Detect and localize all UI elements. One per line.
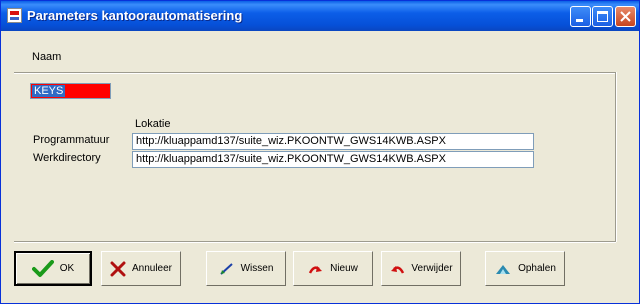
divider-bottom <box>14 241 616 243</box>
delete-arrow-icon <box>391 265 405 274</box>
ophalen-button-label: Ophalen <box>518 263 556 274</box>
app-icon <box>7 8 22 23</box>
nieuw-button[interactable]: Nieuw <box>293 251 373 286</box>
annuleer-button[interactable]: Annuleer <box>101 251 181 286</box>
programmatuur-field[interactable]: http://kluappamd137/suite_wiz.PKOONTW_GW… <box>132 133 534 150</box>
naam-label: Naam <box>32 51 62 63</box>
ok-button-label: OK <box>59 263 75 274</box>
x-icon <box>110 261 126 276</box>
verwijder-button-label: Verwijder <box>411 263 453 274</box>
programmatuur-label: Programmatuur <box>33 134 110 146</box>
divider-top <box>14 72 616 74</box>
minimize-icon <box>576 19 583 22</box>
wissen-button[interactable]: Wissen <box>206 251 286 286</box>
lokatie-label: Lokatie <box>135 118 171 130</box>
close-icon <box>620 11 631 22</box>
keys-field-value: KEYS <box>32 85 66 97</box>
divider-right <box>615 72 617 242</box>
window-title: Parameters kantoorautomatisering <box>27 8 243 23</box>
wissen-button-label: Wissen <box>240 263 274 274</box>
annuleer-button-label: Annuleer <box>131 263 173 274</box>
maximize-icon <box>597 11 608 22</box>
fetch-icon <box>496 264 511 274</box>
minimize-button[interactable] <box>570 6 591 27</box>
keys-field[interactable]: KEYS <box>30 83 111 99</box>
new-arrow-icon <box>308 265 323 274</box>
werkdirectory-label: Werkdirectory <box>33 152 101 164</box>
title-bar[interactable]: Parameters kantoorautomatisering <box>1 1 639 31</box>
nieuw-button-label: Nieuw <box>330 263 358 274</box>
ok-button[interactable]: OK <box>14 251 92 286</box>
ophalen-button[interactable]: Ophalen <box>485 251 565 286</box>
maximize-button[interactable] <box>592 6 613 27</box>
verwijder-button[interactable]: Verwijder <box>381 251 461 286</box>
checkmark-icon <box>31 259 54 277</box>
close-button[interactable] <box>615 6 636 27</box>
parameters-window: Parameters kantoorautomatisering Naam KE… <box>0 0 640 304</box>
werkdirectory-field[interactable]: http://kluappamd137/suite_wiz.PKOONTW_GW… <box>132 151 534 168</box>
eraser-icon <box>219 262 233 275</box>
